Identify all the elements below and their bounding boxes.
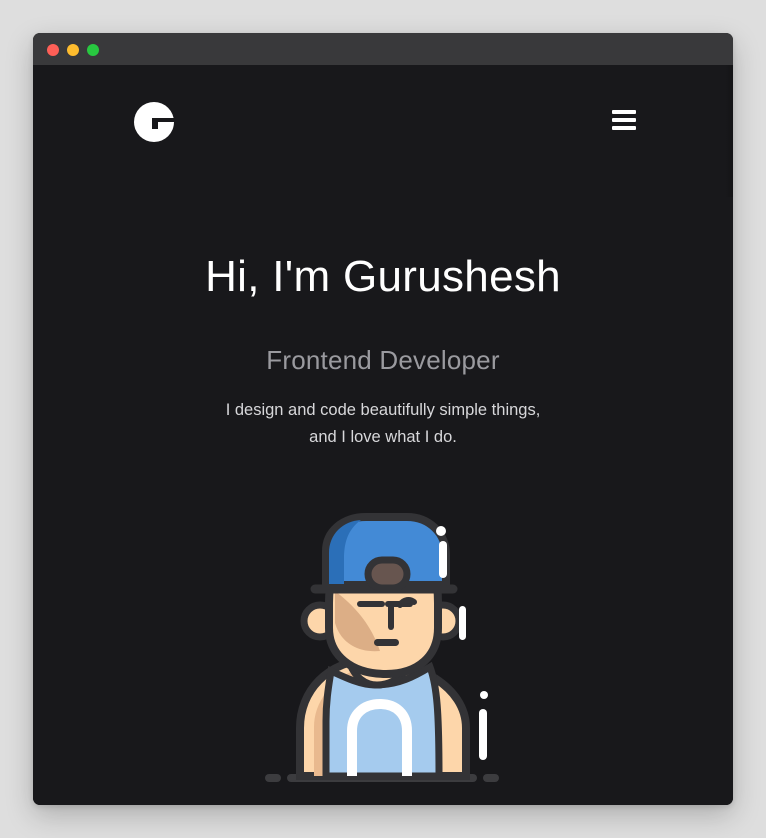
minimize-icon[interactable] <box>67 44 79 56</box>
scrollbar[interactable] <box>725 65 733 197</box>
tagline-line-1: I design and code beautifully simple thi… <box>225 401 541 419</box>
maximize-icon[interactable] <box>87 44 99 56</box>
developer-avatar-icon <box>265 513 499 782</box>
hero-subtitle: Frontend Developer <box>266 345 500 375</box>
portfolio-page: Hi, I'm Gurushesh Frontend Developer I d… <box>33 65 733 805</box>
g-logo-icon[interactable] <box>134 102 174 142</box>
hero-tagline: I design and code beautifully simple thi… <box>33 397 733 451</box>
browser-window: Hi, I'm Gurushesh Frontend Developer I d… <box>33 33 733 805</box>
hamburger-menu-icon[interactable] <box>612 110 637 132</box>
close-icon[interactable] <box>47 44 59 56</box>
hero-title: Hi, I'm Gurushesh <box>205 252 561 301</box>
tagline-line-2: and I love what I do. <box>309 428 457 446</box>
window-titlebar <box>33 33 733 65</box>
